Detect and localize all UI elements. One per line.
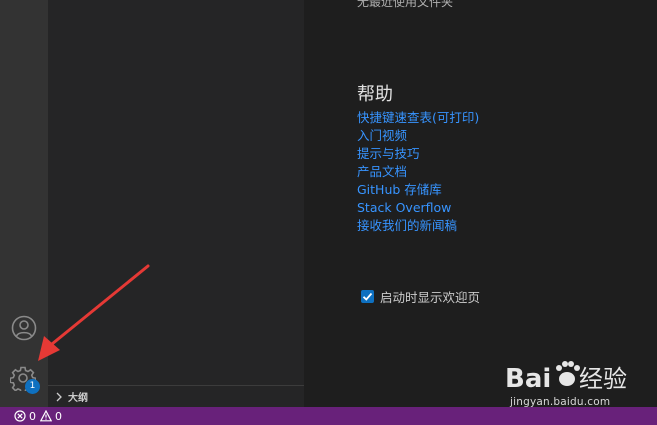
- warning-count: 0: [55, 409, 62, 423]
- problems-indicator[interactable]: 0 0: [14, 410, 66, 423]
- link-tips-and-tricks[interactable]: 提示与技巧: [357, 145, 479, 163]
- link-github-repo[interactable]: GitHub 存储库: [357, 181, 479, 199]
- show-welcome-on-startup[interactable]: 启动时显示欢迎页: [361, 287, 480, 306]
- warning-icon: [40, 410, 52, 422]
- outline-section-header[interactable]: 大纲: [48, 385, 304, 407]
- startup-checkbox-label: 启动时显示欢迎页: [380, 290, 481, 305]
- link-newsletter[interactable]: 接收我们的新闻稿: [357, 217, 479, 235]
- link-keyboard-cheatsheet[interactable]: 快捷键速查表(可打印): [357, 109, 479, 127]
- help-heading: 帮助: [357, 84, 393, 105]
- manage-gear-button[interactable]: 1: [9, 365, 40, 394]
- link-intro-videos[interactable]: 入门视频: [357, 127, 479, 145]
- help-links-list: 快捷键速查表(可打印) 入门视频 提示与技巧 产品文档 GitHub 存储库 S…: [357, 109, 479, 235]
- error-icon: [14, 410, 26, 422]
- outline-label: 大纲: [68, 393, 88, 404]
- activity-bar: 1: [0, 0, 48, 407]
- checkmark-icon: [362, 292, 373, 301]
- account-icon[interactable]: [11, 315, 37, 341]
- link-product-docs[interactable]: 产品文档: [357, 163, 479, 181]
- error-count: 0: [29, 409, 36, 423]
- status-bar: 0 0: [0, 407, 657, 425]
- startup-checkbox[interactable]: [361, 290, 374, 303]
- notification-badge: 1: [25, 379, 40, 394]
- link-stack-overflow[interactable]: Stack Overflow: [357, 199, 479, 217]
- no-recent-folders-text: 无最近使用文件夹: [357, 0, 454, 9]
- chevron-right-icon: [52, 392, 66, 402]
- sidebar: [48, 0, 304, 407]
